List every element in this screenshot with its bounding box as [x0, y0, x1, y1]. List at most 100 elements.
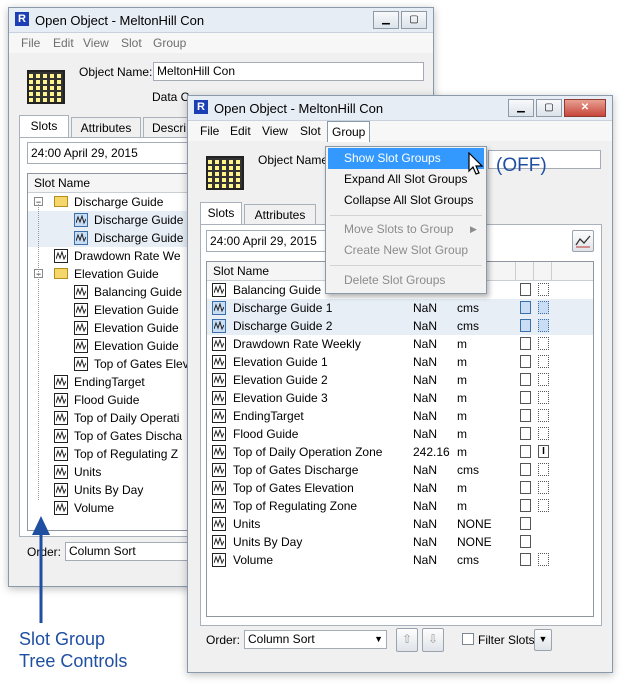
slot-flag-box[interactable] — [520, 445, 531, 458]
slot-flag-box[interactable] — [520, 391, 531, 404]
menu-view[interactable]: View — [262, 124, 288, 138]
slot-flag-box[interactable] — [520, 499, 531, 512]
slot-row[interactable]: Elevation Guide 2 NaN m — [207, 371, 593, 389]
tree-row[interactable]: Top of Daily Operati — [28, 409, 188, 427]
tree-row[interactable]: EndingTarget — [28, 373, 188, 391]
slot-io-box[interactable] — [538, 481, 549, 494]
tree-row[interactable]: Drawdown Rate We — [28, 247, 188, 265]
move-up-button[interactable]: ⇧ — [396, 628, 418, 652]
back-menu-file[interactable]: File — [21, 36, 40, 50]
menu-item-expand-all-slot-groups[interactable]: Expand All Slot Groups — [328, 169, 484, 190]
back-menu-group[interactable]: Group — [153, 36, 186, 50]
slot-io-box[interactable] — [538, 337, 549, 350]
tree-row[interactable]: − Discharge Guide — [28, 193, 188, 211]
tab-attributes[interactable]: Attributes — [244, 204, 316, 225]
slot-flag-box[interactable] — [520, 481, 531, 494]
slot-flag-box[interactable] — [520, 319, 531, 332]
menu-edit[interactable]: Edit — [230, 124, 251, 138]
menu-item-delete-slot-groups[interactable]: Delete Slot Groups — [328, 270, 484, 291]
minimize-icon[interactable]: ▁ — [373, 11, 399, 29]
front-titlebar[interactable]: R Open Object - MeltonHill Con ▁ ▢ ✕ — [188, 96, 612, 121]
back-menu-edit[interactable]: Edit — [53, 36, 74, 50]
tree-row[interactable]: − Elevation Guide — [28, 265, 188, 283]
slot-row[interactable]: Top of Gates Discharge NaN cms — [207, 461, 593, 479]
back-list-header[interactable]: Slot Name — [28, 174, 188, 193]
slot-row[interactable]: EndingTarget NaN m — [207, 407, 593, 425]
tree-row[interactable]: Elevation Guide — [28, 301, 188, 319]
front-slot-list[interactable]: Slot Name Balancing Guide NaN m Discharge G… — [206, 261, 594, 617]
filter-menu-button[interactable]: ▼ — [534, 629, 552, 651]
slot-io-box[interactable] — [538, 499, 549, 512]
slot-io-box[interactable] — [538, 409, 549, 422]
close-icon[interactable]: ✕ — [564, 99, 606, 117]
back-object-name-field[interactable]: MeltonHill Con — [153, 62, 424, 81]
slot-flag-box[interactable] — [520, 535, 531, 548]
order-select[interactable]: Column Sort ▼ — [244, 630, 387, 649]
tree-row[interactable]: Flood Guide — [28, 391, 188, 409]
slot-row[interactable]: Elevation Guide 1 NaN m — [207, 353, 593, 371]
slot-io-box[interactable] — [538, 283, 549, 296]
slot-io-box[interactable] — [538, 391, 549, 404]
slot-row[interactable]: Top of Regulating Zone NaN m — [207, 497, 593, 515]
slot-flag-box[interactable] — [520, 355, 531, 368]
slot-flag-box[interactable] — [520, 553, 531, 566]
slot-row[interactable]: Flood Guide NaN m — [207, 425, 593, 443]
slot-row[interactable]: Elevation Guide 3 NaN m — [207, 389, 593, 407]
back-tab-attributes[interactable]: Attributes — [71, 117, 141, 138]
slot-io-box[interactable] — [538, 553, 549, 566]
slot-io-box[interactable] — [538, 427, 549, 440]
menu-slot[interactable]: Slot — [300, 124, 321, 138]
slot-row[interactable]: Units NaN NONE — [207, 515, 593, 533]
menu-group[interactable]: Group — [327, 121, 371, 142]
back-slot-tree[interactable]: Slot Name − Discharge Guide Discharge Guid… — [27, 173, 189, 531]
tree-row[interactable]: Units By Day — [28, 481, 188, 499]
tree-row[interactable]: Top of Gates Elev — [28, 355, 188, 373]
menu-item-create-new-slot-group[interactable]: Create New Slot Group — [328, 240, 484, 261]
back-date-field[interactable]: 24:00 April 29, 2015 — [27, 142, 192, 164]
move-down-button[interactable]: ⇩ — [422, 628, 444, 652]
slot-row[interactable]: Drawdown Rate Weekly NaN m — [207, 335, 593, 353]
tree-row[interactable]: Elevation Guide — [28, 337, 188, 355]
slot-io-box[interactable] — [538, 355, 549, 368]
tree-row[interactable]: Discharge Guide — [28, 211, 188, 229]
menu-item-collapse-all-slot-groups[interactable]: Collapse All Slot Groups — [328, 190, 484, 211]
back-tab-slots[interactable]: Slots — [19, 115, 69, 138]
slot-flag-box[interactable] — [520, 337, 531, 350]
maximize-icon[interactable]: ▢ — [536, 99, 562, 117]
tree-row[interactable]: Elevation Guide — [28, 319, 188, 337]
maximize-icon[interactable]: ▢ — [401, 11, 427, 29]
menu-item-show-slot-groups[interactable]: Show Slot Groups — [328, 148, 484, 169]
tree-row[interactable]: Top of Regulating Z — [28, 445, 188, 463]
slot-flag-box[interactable] — [520, 409, 531, 422]
slot-row[interactable]: Discharge Guide 2 NaN cms — [207, 317, 593, 335]
minimize-icon[interactable]: ▁ — [508, 99, 534, 117]
slot-io-box[interactable] — [538, 319, 549, 332]
tree-row[interactable]: Discharge Guide — [28, 229, 188, 247]
tree-row[interactable]: Top of Gates Discha — [28, 427, 188, 445]
tab-slots[interactable]: Slots — [200, 202, 242, 225]
slot-flag-box[interactable] — [520, 301, 531, 314]
slot-row[interactable]: Discharge Guide 1 NaN cms — [207, 299, 593, 317]
slot-row[interactable]: Top of Gates Elevation NaN m — [207, 479, 593, 497]
slot-io-box[interactable] — [538, 373, 549, 386]
slot-row[interactable]: Top of Daily Operation Zone 242.16 m I — [207, 443, 593, 461]
back-order-select[interactable]: Column Sort — [65, 542, 190, 561]
slot-io-box[interactable] — [538, 301, 549, 314]
menu-file[interactable]: File — [200, 124, 219, 138]
slot-flag-box[interactable] — [520, 427, 531, 440]
back-titlebar[interactable]: R Open Object - MeltonHill Con ▁ ▢ — [9, 8, 433, 33]
slot-flag-box[interactable] — [520, 373, 531, 386]
slot-io-box[interactable]: I — [538, 445, 549, 458]
slot-io-box[interactable] — [538, 463, 549, 476]
tree-row[interactable]: Units — [28, 463, 188, 481]
back-menu-view[interactable]: View — [83, 36, 109, 50]
slot-row[interactable]: Units By Day NaN NONE — [207, 533, 593, 551]
menu-item-move-slots-to-group[interactable]: Move Slots to Group — [328, 219, 484, 240]
slot-flag-box[interactable] — [520, 283, 531, 296]
plot-button[interactable] — [572, 230, 594, 252]
slot-flag-box[interactable] — [520, 517, 531, 530]
tree-row[interactable]: Balancing Guide — [28, 283, 188, 301]
back-menu-slot[interactable]: Slot — [121, 36, 142, 50]
slot-flag-box[interactable] — [520, 463, 531, 476]
slot-row[interactable]: Volume NaN cms — [207, 551, 593, 569]
